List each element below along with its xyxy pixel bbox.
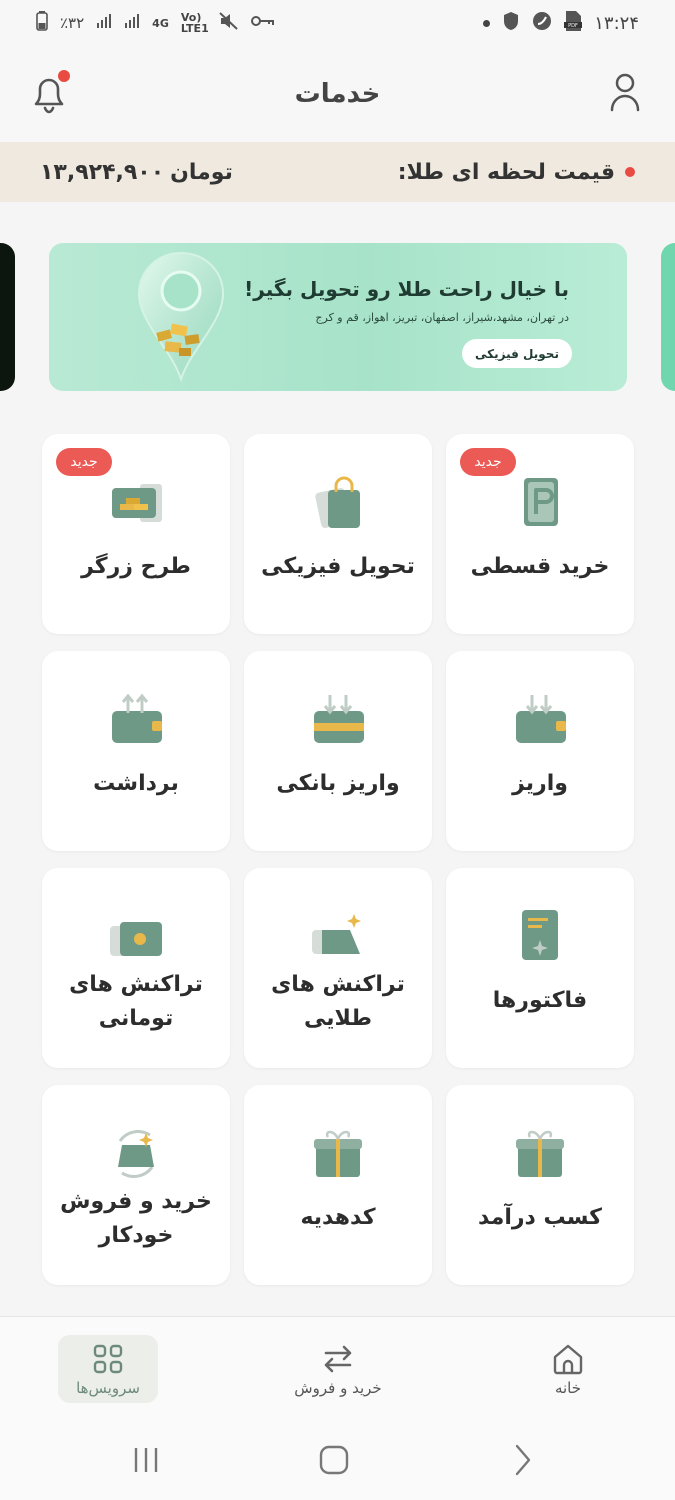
status-bar: ٪۳۲ 4G Vo) LTE1 PDF ۱۳:۲۴ bbox=[0, 0, 675, 46]
banner-carousel[interactable]: با خیال راحت طلا رو تحویل بگیر! در تهران… bbox=[0, 243, 675, 393]
service-label: کدهدیه bbox=[300, 1205, 376, 1230]
service-card-zargar-plan[interactable]: جدید طرح زرگر bbox=[42, 434, 230, 634]
service-card-invoices[interactable]: فاکتورها bbox=[446, 868, 634, 1068]
app-header: خدمات bbox=[0, 46, 675, 142]
wallet-withdraw-icon bbox=[112, 693, 162, 743]
grid-icon bbox=[93, 1344, 123, 1374]
swap-arrows-icon bbox=[324, 1345, 352, 1373]
nav-services[interactable]: سرویس‌ها bbox=[58, 1335, 158, 1403]
price-unit: تومان bbox=[170, 159, 233, 185]
price-label-text: قیمت لحظه ای طلا: bbox=[397, 159, 615, 185]
service-label: واریز بانکی bbox=[276, 771, 400, 796]
service-label: خرید قسطی bbox=[470, 554, 610, 579]
back-chevron-icon[interactable] bbox=[502, 1440, 542, 1480]
service-label: تحویل فیزیکی bbox=[261, 554, 415, 579]
notifications-button[interactable] bbox=[28, 70, 72, 116]
service-label: فاکتورها bbox=[492, 988, 588, 1013]
battery-percent: ٪۳۲ bbox=[60, 14, 85, 32]
service-card-deposit[interactable]: واریز bbox=[446, 651, 634, 851]
gold-price-bar: قیمت لحظه ای طلا: تومان ۱۳,۹۲۴,۹۰۰ bbox=[0, 142, 675, 202]
next-banner-peek[interactable] bbox=[661, 243, 675, 391]
signal-icon-2 bbox=[124, 13, 140, 34]
page-title: خدمات bbox=[294, 79, 381, 109]
gold-bars-icon bbox=[112, 484, 162, 522]
user-icon bbox=[610, 73, 640, 112]
banner-subtitle: در تهران، مشهد،شیراز، اصفهان، تبریز، اهو… bbox=[315, 311, 569, 324]
mute-icon bbox=[219, 11, 239, 35]
service-card-bank-deposit[interactable]: واریز بانکی bbox=[244, 651, 432, 851]
installment-icon bbox=[524, 478, 558, 526]
gold-price-value: تومان ۱۳,۹۲۴,۹۰۰ bbox=[40, 160, 233, 185]
previous-banner-peek[interactable] bbox=[0, 243, 15, 391]
live-indicator bbox=[625, 167, 635, 177]
nav-home[interactable]: خانه bbox=[518, 1335, 618, 1403]
service-card-physical-delivery[interactable]: تحویل فیزیکی bbox=[244, 434, 432, 634]
pdf-icon: PDF bbox=[564, 10, 583, 37]
shopping-bag-icon bbox=[315, 476, 360, 528]
notification-badge bbox=[58, 70, 70, 82]
shield-icon bbox=[502, 11, 520, 36]
svg-text:PDF: PDF bbox=[568, 23, 578, 29]
app-icon bbox=[532, 11, 552, 36]
signal-icon bbox=[96, 13, 112, 34]
gold-location-pin-icon bbox=[137, 251, 225, 383]
network-type: 4G bbox=[152, 16, 169, 30]
service-label: واریز bbox=[512, 771, 568, 796]
auto-trade-icon bbox=[118, 1130, 154, 1178]
clock-time: ۱۳:۲۴ bbox=[594, 12, 639, 34]
new-badge: جدید bbox=[56, 448, 112, 476]
home-icon bbox=[553, 1344, 583, 1375]
status-left: ٪۳۲ 4G Vo) LTE1 bbox=[36, 10, 275, 36]
banner-text: با خیال راحت طلا رو تحویل بگیر! در تهران… bbox=[244, 277, 569, 324]
notification-dot-icon bbox=[483, 19, 491, 27]
gift-icon bbox=[516, 1130, 564, 1177]
wallet-deposit-icon bbox=[516, 695, 566, 743]
service-card-auto-trade[interactable]: خرید و فروش خودکار bbox=[42, 1085, 230, 1285]
service-card-toman-transactions[interactable]: تراکنش های تومانی bbox=[42, 868, 230, 1068]
new-badge: جدید bbox=[460, 448, 516, 476]
service-card-withdraw[interactable]: برداشت bbox=[42, 651, 230, 851]
service-label: برداشت bbox=[93, 771, 179, 796]
home-button-icon[interactable] bbox=[314, 1440, 354, 1480]
recent-apps-icon[interactable] bbox=[126, 1440, 166, 1480]
status-right: PDF ۱۳:۲۴ bbox=[483, 10, 639, 37]
service-label: خرید و فروش خودکار bbox=[60, 1189, 212, 1248]
bottom-navigation: سرویس‌ها خرید و فروش خانه bbox=[0, 1316, 675, 1416]
service-label: تراکنش های طلایی bbox=[271, 972, 405, 1031]
nav-home-label: خانه bbox=[554, 1379, 582, 1397]
volte-indicator: Vo) LTE1 bbox=[180, 11, 209, 35]
service-card-gold-transactions[interactable]: تراکنش های طلایی bbox=[244, 868, 432, 1068]
battery-icon bbox=[36, 10, 48, 36]
nav-trade[interactable]: خرید و فروش bbox=[278, 1335, 398, 1403]
banner-title: با خیال راحت طلا رو تحویل بگیر! bbox=[244, 277, 569, 301]
toman-transactions-icon bbox=[110, 922, 162, 956]
service-label: تراکنش های تومانی bbox=[69, 972, 203, 1031]
service-card-gift-code[interactable]: کدهدیه bbox=[244, 1085, 432, 1285]
nav-services-label: سرویس‌ها bbox=[76, 1379, 140, 1397]
service-card-installment[interactable]: جدید خرید قسطی bbox=[446, 434, 634, 634]
gift-code-icon bbox=[314, 1130, 362, 1177]
service-label: طرح زرگر bbox=[81, 554, 191, 579]
banner-cta-button[interactable]: تحویل فیزیکی bbox=[462, 339, 572, 368]
gold-price-label: قیمت لحظه ای طلا: bbox=[398, 160, 635, 185]
invoice-icon bbox=[522, 910, 558, 960]
gold-transactions-icon bbox=[312, 914, 361, 954]
key-icon bbox=[250, 13, 275, 33]
bank-deposit-icon bbox=[314, 695, 364, 743]
physical-delivery-banner[interactable]: با خیال راحت طلا رو تحویل بگیر! در تهران… bbox=[49, 243, 627, 391]
profile-button[interactable] bbox=[609, 72, 641, 112]
nav-trade-label: خرید و فروش bbox=[294, 1379, 382, 1397]
service-card-earn-income[interactable]: کسب درآمد bbox=[446, 1085, 634, 1285]
service-label: کسب درآمد bbox=[478, 1205, 602, 1230]
price-amount: ۱۳,۹۲۴,۹۰۰ bbox=[40, 159, 165, 185]
system-navigation-bar bbox=[0, 1416, 675, 1500]
